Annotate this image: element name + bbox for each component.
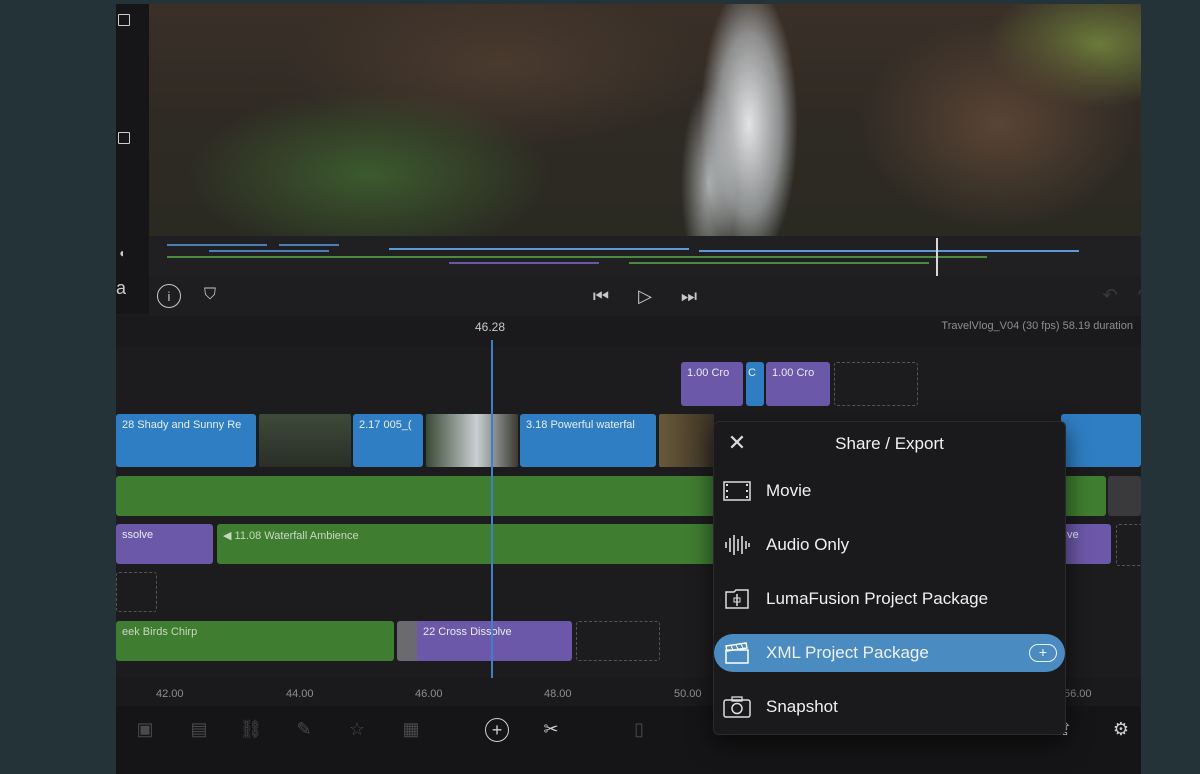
speaker-icon: ◀: [223, 530, 232, 542]
title-tool-icon[interactable]: a: [116, 278, 126, 299]
ruler-tick: 44.00: [286, 688, 314, 700]
transition-clip[interactable]: 1.00 Cro: [766, 362, 830, 406]
preview-viewer[interactable]: [149, 4, 1141, 236]
ruler-tick: 50.00: [674, 688, 702, 700]
share-export-popover: ✕ Share / Export Movie Audio Only LumaFu…: [713, 421, 1066, 735]
link-icon[interactable]: ⛓: [238, 716, 264, 742]
clip-label: 2.17 005_(: [359, 419, 412, 431]
popover-title: Share / Export: [835, 434, 944, 453]
clip-label: eek Birds Chirp: [122, 626, 198, 638]
audio-clip-waterfall-ambience[interactable]: ◀ 11.08 Waterfall Ambience: [217, 524, 717, 564]
video-clip[interactable]: 3.18 Powerful waterfal: [520, 414, 656, 467]
video-clip[interactable]: 2.17 005_(: [353, 414, 423, 467]
skip-forward-icon[interactable]: ⏭: [677, 284, 701, 308]
left-tool-strip: ◖ a: [116, 4, 149, 314]
transition-label: 1.00 Cro: [687, 367, 730, 379]
camera-icon: [722, 696, 752, 718]
info-icon[interactable]: i: [157, 284, 181, 308]
add-icon[interactable]: +: [485, 718, 509, 742]
scissors-icon[interactable]: ✂: [538, 716, 564, 742]
empty-slot[interactable]: [116, 572, 157, 612]
video-clip[interactable]: [1061, 414, 1141, 467]
delete-icon[interactable]: ▯: [626, 716, 652, 742]
transition-label: C: [748, 367, 756, 379]
project-info: TravelVlog_V04 (30 fps) 58.19 duration: [941, 320, 1133, 332]
audio-clip-end[interactable]: [1108, 476, 1141, 516]
transition-clip[interactable]: ve: [1061, 524, 1111, 564]
ruler-tick: 48.00: [544, 688, 572, 700]
waveform-icon: [722, 534, 752, 556]
film-icon: [722, 480, 752, 502]
ruler-tick: 56.00: [1064, 688, 1092, 700]
clip-label: 28 Shady and Sunny Re: [122, 419, 242, 431]
marker-icon[interactable]: ⛉: [199, 284, 221, 306]
export-lumafusion-package-item[interactable]: LumaFusion Project Package: [714, 580, 1065, 618]
undo-icon[interactable]: ↶: [1099, 284, 1121, 306]
transition-clip[interactable]: ssolve: [116, 524, 213, 564]
export-audio-only-item[interactable]: Audio Only: [714, 526, 1065, 564]
clip-thumbnail[interactable]: [426, 414, 518, 467]
package-icon: [722, 588, 752, 610]
favorite-icon[interactable]: ☆: [344, 716, 370, 742]
export-xml-package-item[interactable]: XML Project Package +: [714, 634, 1065, 672]
transport-bar: i ⛉ ⏮ ▷ ⏭ ↶ ↷: [149, 276, 1141, 316]
library-icon[interactable]: [118, 14, 130, 26]
clip-label: 3.18 Powerful waterfal: [526, 419, 635, 431]
clip-label: 22 Cross Dissolve: [423, 626, 512, 638]
clapper-icon: [722, 642, 752, 664]
export-movie-item[interactable]: Movie: [714, 472, 1065, 510]
audio-clip-birds[interactable]: eek Birds Chirp: [116, 621, 394, 661]
clipboard-icon[interactable]: ▦: [398, 716, 424, 742]
item-label: Snapshot: [766, 697, 838, 716]
clip-thumbnail[interactable]: [259, 414, 351, 467]
transition-clip[interactable]: C: [746, 362, 764, 406]
timeline-playhead[interactable]: [491, 340, 493, 706]
playhead-timecode: 46.28: [475, 320, 506, 334]
clip-thumbnail[interactable]: [659, 414, 714, 467]
skip-back-icon[interactable]: ⏮: [589, 284, 613, 308]
item-label: Movie: [766, 481, 812, 500]
timeline-overview[interactable]: [149, 236, 1141, 276]
empty-slot[interactable]: [1116, 524, 1141, 566]
transition-clip[interactable]: 1.00 Cro: [681, 362, 743, 406]
empty-slot[interactable]: [576, 621, 660, 661]
plus-icon[interactable]: +: [1029, 644, 1057, 662]
overwrite-icon[interactable]: ▤: [186, 716, 212, 742]
item-label: Audio Only: [766, 535, 850, 554]
item-label: LumaFusion Project Package: [766, 589, 989, 608]
overview-playhead[interactable]: [936, 238, 938, 276]
media-icon[interactable]: [118, 132, 130, 144]
edit-icon[interactable]: ✎: [291, 716, 317, 742]
transition-label: 1.00 Cro: [772, 367, 815, 379]
ruler-tick: 42.00: [156, 688, 184, 700]
clip-label: 11.08 Waterfall Ambience: [234, 530, 359, 542]
empty-slot[interactable]: [834, 362, 918, 406]
ruler-tick: 46.00: [415, 688, 443, 700]
settings-icon[interactable]: ⚙: [1108, 716, 1134, 742]
transition-clip[interactable]: 22 Cross Dissolve: [397, 621, 572, 661]
clip-label: ve: [1067, 529, 1079, 541]
export-snapshot-item[interactable]: Snapshot: [714, 688, 1065, 726]
play-icon[interactable]: ▷: [633, 284, 657, 308]
clip-label: ssolve: [122, 529, 154, 541]
video-clip[interactable]: 28 Shady and Sunny Re: [116, 414, 256, 467]
item-label: XML Project Package: [766, 643, 929, 662]
redo-icon[interactable]: ↷: [1134, 284, 1141, 306]
audio-icon[interactable]: ◖: [118, 246, 128, 260]
add-media-icon[interactable]: ▣: [132, 716, 158, 742]
